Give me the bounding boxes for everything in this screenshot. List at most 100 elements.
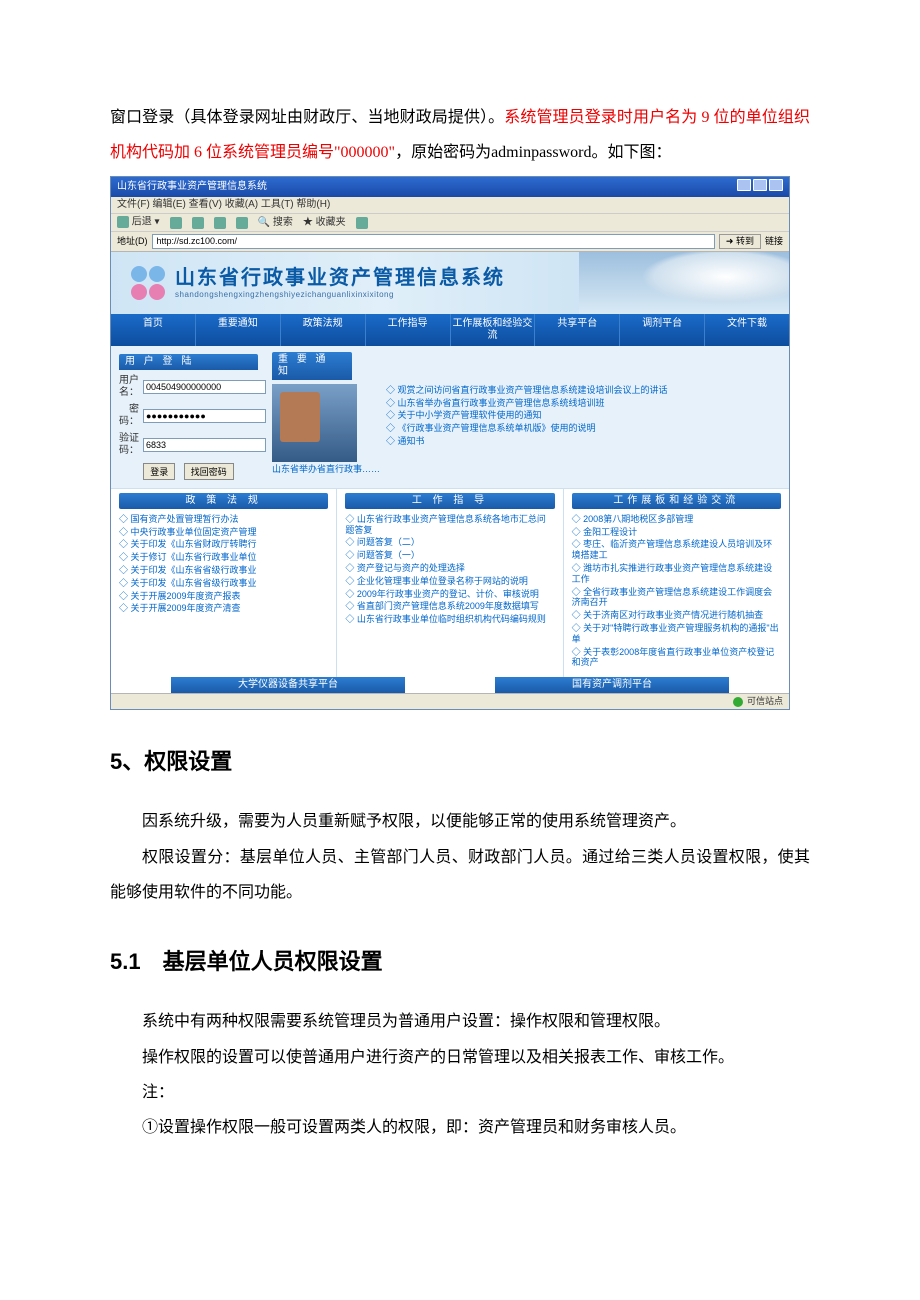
list-item[interactable]: 关于中小学资产管理软件使用的通知 (386, 409, 668, 422)
list-item[interactable]: 2009年行政事业资产的登记、计价、审核说明 (345, 588, 554, 601)
list-item[interactable]: 《行政事业资产管理信息系统单机版》使用的说明 (386, 422, 668, 435)
trust-icon (733, 697, 743, 707)
site-navbar: 首页 重要通知 政策法规 工作指导 工作展板和经验交流 共享平台 调剂平台 文件… (111, 314, 789, 346)
maximize-icon[interactable] (753, 179, 767, 191)
paragraph-login-intro: 窗口登录（具体登录网址由财政厅、当地财政局提供）。系统管理员登录时用户名为 9 … (110, 100, 810, 170)
nav-item[interactable]: 工作展板和经验交流 (451, 314, 536, 346)
list-item[interactable]: 观赏之间访问省直行政事业资产管理信息系统建设培训会议上的讲话 (386, 384, 668, 397)
password-input[interactable] (143, 409, 266, 423)
nav-item[interactable]: 首页 (111, 314, 196, 346)
list-item[interactable]: 关于印发《山东省财政厅转聘行 (119, 538, 328, 551)
field-username: 用户名： (119, 375, 258, 399)
notice-caption[interactable]: 山东省举办省直行政事…… (272, 464, 380, 475)
home-icon[interactable] (236, 217, 248, 229)
heading-5: 5、权限设置 (110, 738, 810, 786)
window-buttons[interactable] (735, 179, 783, 195)
browser-toolbar[interactable]: 后退 ▾ 🔍 搜索 ★ 收藏夹 (111, 214, 789, 232)
history-icon[interactable] (356, 217, 368, 229)
nav-item[interactable]: 文件下载 (705, 314, 789, 346)
list-item[interactable]: 枣庄、临沂资产管理信息系统建设人员培训及环境搭建工 (572, 538, 781, 562)
nav-item[interactable]: 共享平台 (535, 314, 620, 346)
browser-statusbar: 可信站点 (111, 693, 789, 709)
banner-image (579, 252, 789, 314)
list-item[interactable]: 山东省行政事业单位临时组织机构代码编码规则 (345, 613, 554, 626)
address-bar: 地址(D) http://sd.zc100.com/ ➜ 转到 链接 (111, 232, 789, 252)
nav-item[interactable]: 政策法规 (281, 314, 366, 346)
list-item[interactable]: 潍坊市扎实推进行政事业资产管理信息系统建设工作 (572, 562, 781, 586)
logo-icon (131, 266, 165, 300)
back-icon[interactable] (117, 216, 129, 228)
footer-link-right[interactable]: 国有资产调剂平台 (495, 677, 729, 693)
text: 窗口登录（具体登录网址由财政厅、当地财政局提供）。 (110, 109, 504, 126)
go-label: 转到 (736, 236, 754, 246)
list-item[interactable]: 资产登记与资产的处理选择 (345, 562, 554, 575)
list-item[interactable]: 关于表彰2008年度省直行政事业单位资产校登记和资产 (572, 646, 781, 670)
paragraph: 系统中有两种权限需要系统管理员为普通用户设置：操作权限和管理权限。 (110, 1004, 810, 1039)
main-row: 用 户 登 陆 用户名： 密 码： 验证码： 6833 登录 找回密码 (111, 346, 789, 488)
paragraph: 操作权限的设置可以使普通用户进行资产的日常管理以及相关报表工作、审核工作。 (110, 1040, 810, 1075)
heading-5-1: 5.1 基层单位人员权限设置 (110, 938, 810, 986)
login-button[interactable]: 登录 (143, 463, 175, 480)
minimize-icon[interactable] (737, 179, 751, 191)
go-button[interactable]: ➜ 转到 (719, 234, 761, 249)
footer-link-left[interactable]: 大学仪器设备共享平台 (171, 677, 405, 693)
refresh-icon[interactable] (214, 217, 226, 229)
nav-item[interactable]: 工作指导 (366, 314, 451, 346)
list-item[interactable]: 山东省举办省直行政事业资产管理信息系统线培训班 (386, 397, 668, 410)
embedded-screenshot: 山东省行政事业资产管理信息系统 文件(F) 编辑(E) 查看(V) 收藏(A) … (110, 176, 790, 710)
list-item[interactable]: 关于对"特聘行政事业资产管理服务机构的通报"出单 (572, 622, 781, 646)
col-policies: 政 策 法 规 国有资产处置管理暂行办法 中央行政事业单位固定资产管理 关于印发… (111, 489, 337, 677)
list-item[interactable]: 通知书 (386, 435, 668, 448)
forgot-password-button[interactable]: 找回密码 (184, 463, 234, 480)
notice-panel: 重 要 通 知 山东省举办省直行政事…… 观赏之间访问省直行政事业资产管理信息系… (266, 346, 789, 488)
paragraph: ①设置操作权限一般可设置两类人的权限，即：资产管理员和财务审核人员。 (110, 1110, 810, 1145)
notice-panel-title: 重 要 通 知 (272, 352, 352, 380)
window-titlebar: 山东省行政事业资产管理信息系统 (111, 177, 789, 197)
links-label: 链接 (765, 236, 783, 247)
list-item[interactable]: 关于修订《山东省行政事业单位 (119, 551, 328, 564)
list-item[interactable]: 问题答复（二） (345, 536, 554, 549)
list-item[interactable]: 金阳工程设计 (572, 526, 781, 539)
address-input[interactable]: http://sd.zc100.com/ (152, 234, 715, 249)
col-title: 工 作 指 导 (345, 493, 554, 509)
banner-title: 山东省行政事业资产管理信息系统 (175, 266, 505, 290)
back-label: 后退 (132, 217, 152, 228)
list-item[interactable]: 中央行政事业单位固定资产管理 (119, 526, 328, 539)
browser-menubar[interactable]: 文件(F) 编辑(E) 查看(V) 收藏(A) 工具(T) 帮助(H) (111, 197, 789, 214)
username-input[interactable] (143, 380, 266, 394)
captcha-label: 验证码： (119, 433, 139, 457)
list-item[interactable]: 企业化管理事业单位登录名称于网站的说明 (345, 575, 554, 588)
captcha-input[interactable] (143, 438, 266, 452)
stop-icon[interactable] (192, 217, 204, 229)
username-label: 用户名： (119, 375, 139, 399)
status-text: 可信站点 (747, 696, 783, 707)
list-item[interactable]: 关于印发《山东省省级行政事业 (119, 564, 328, 577)
close-icon[interactable] (769, 179, 783, 191)
list-item[interactable]: 关于开展2009年度资产报表 (119, 590, 328, 603)
list-item[interactable]: 省直部门资产管理信息系统2009年度数据填写 (345, 600, 554, 613)
paragraph: 权限设置分：基层单位人员、主管部门人员、财政部门人员。通过给三类人员设置权限，使… (110, 840, 810, 910)
address-label: 地址(D) (117, 236, 148, 247)
col-title: 工作展板和经验交流 (572, 493, 781, 509)
nav-item[interactable]: 调剂平台 (620, 314, 705, 346)
list-item[interactable]: 关于开展2009年度资产清查 (119, 602, 328, 615)
list-item[interactable]: 2008第八期地税区多部管理 (572, 513, 781, 526)
forward-icon[interactable] (170, 217, 182, 229)
login-panel: 用 户 登 陆 用户名： 密 码： 验证码： 6833 登录 找回密码 (111, 346, 266, 488)
text: ，原始密码为adminpassword。如下图： (395, 144, 671, 161)
col-guidance: 工 作 指 导 山东省行政事业资产管理信息系统各地市汇总问题答复 问题答复（二）… (337, 489, 563, 677)
paragraph: 注： (110, 1075, 810, 1110)
list-item[interactable]: 关于济南区对行政事业资产情况进行随机抽查 (572, 609, 781, 622)
col-title: 政 策 法 规 (119, 493, 328, 509)
search-label: 搜索 (273, 217, 293, 228)
banner-subtitle: shandongshengxingzhengshiyezichanguanlix… (175, 290, 505, 300)
list-item[interactable]: 全省行政事业资产管理信息系统建设工作调度会济南召开 (572, 586, 781, 610)
list-item[interactable]: 山东省行政事业资产管理信息系统各地市汇总问题答复 (345, 513, 554, 537)
list-item[interactable]: 国有资产处置管理暂行办法 (119, 513, 328, 526)
list-item[interactable]: 关于印发《山东省省级行政事业 (119, 577, 328, 590)
list-item[interactable]: 问题答复（一） (345, 549, 554, 562)
nav-item[interactable]: 重要通知 (196, 314, 281, 346)
site-banner: 山东省行政事业资产管理信息系统 shandongshengxingzhengsh… (111, 252, 789, 314)
footer-bars: 大学仪器设备共享平台 国有资产调剂平台 (111, 677, 789, 693)
notice-image (272, 384, 357, 462)
